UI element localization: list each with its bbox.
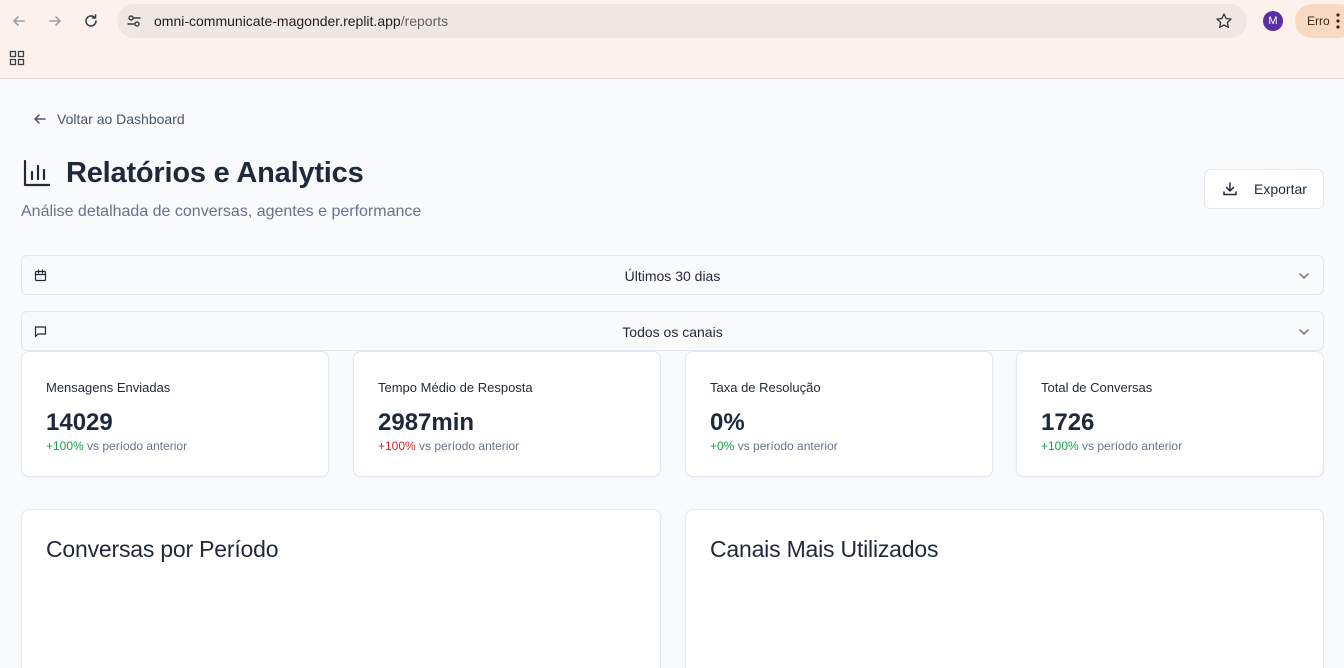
url-text: omni-communicate-magonder.replit.app/rep… — [154, 13, 448, 29]
more-vertical-icon — [1336, 13, 1340, 29]
stat-card-messages-sent: Mensagens Enviadas 14029 +100% vs períod… — [21, 351, 329, 477]
browser-reload-button[interactable] — [79, 9, 103, 33]
stat-delta: +100% vs período anterior — [378, 439, 519, 453]
channel-select[interactable]: Todos os canais — [21, 311, 1324, 351]
chart-title: Canais Mais Utilizados — [710, 536, 939, 562]
bar-chart-icon — [23, 159, 51, 187]
channel-select-value: Todos os canais — [622, 324, 723, 340]
chevron-down-icon — [1299, 273, 1309, 279]
page-title: Relatórios e Analytics — [66, 157, 364, 189]
stat-change-suffix: vs período anterior — [415, 439, 520, 453]
stat-change-suffix: vs período anterior — [83, 439, 188, 453]
address-bar[interactable]: omni-communicate-magonder.replit.app/rep… — [117, 4, 1247, 38]
stat-value: 1726 — [1041, 409, 1095, 436]
arrow-right-icon — [49, 16, 61, 26]
stat-label: Total de Conversas — [1041, 380, 1153, 395]
stat-value: 0% — [710, 409, 745, 436]
stat-label: Mensagens Enviadas — [46, 380, 171, 395]
profile-avatar[interactable]: M — [1263, 11, 1283, 31]
stat-card-resolution-rate: Taxa de Resolução 0% +0% vs período ante… — [685, 351, 993, 477]
download-icon — [1223, 182, 1237, 196]
error-label: Erro — [1307, 14, 1330, 28]
stat-change: +0% — [710, 439, 735, 453]
stat-change-suffix: vs período anterior — [1078, 439, 1183, 453]
export-button[interactable]: Exportar — [1204, 169, 1324, 209]
stat-value: 2987min — [378, 409, 475, 436]
stat-card-total-conversations: Total de Conversas 1726 +100% vs período… — [1016, 351, 1324, 477]
stat-value: 14029 — [46, 409, 113, 436]
apps-grid-icon[interactable] — [9, 50, 25, 66]
url-host: omni-communicate-magonder.replit.app — [154, 13, 401, 29]
browser-forward-button[interactable] — [43, 9, 67, 33]
back-to-dashboard-link[interactable]: Voltar ao Dashboard — [33, 111, 185, 127]
browser-back-button[interactable] — [7, 9, 31, 33]
stat-delta: +100% vs período anterior — [46, 439, 187, 453]
period-select-value: Últimos 30 dias — [624, 268, 721, 284]
stat-delta: +0% vs período anterior — [710, 439, 838, 453]
stat-label: Tempo Médio de Resposta — [378, 380, 533, 395]
stat-label: Taxa de Resolução — [710, 380, 821, 395]
page-subtitle: Análise detalhada de conversas, agentes … — [21, 203, 422, 220]
back-link-label: Voltar ao Dashboard — [57, 111, 185, 127]
reload-icon — [85, 14, 97, 27]
stat-card-avg-response-time: Tempo Médio de Resposta 2987min +100% vs… — [353, 351, 661, 477]
arrow-left-icon — [13, 16, 25, 26]
star-icon[interactable] — [1215, 12, 1233, 30]
tune-icon[interactable] — [126, 13, 142, 29]
export-label: Exportar — [1254, 181, 1307, 197]
chart-title: Conversas por Período — [46, 536, 279, 562]
stat-change: +100% — [46, 439, 84, 453]
error-button[interactable]: Erro — [1295, 4, 1344, 38]
stat-delta: +100% vs período anterior — [1041, 439, 1182, 453]
period-select[interactable]: Últimos 30 dias — [21, 255, 1324, 295]
browser-chrome: omni-communicate-magonder.replit.app/rep… — [0, 0, 1344, 79]
arrow-left-icon — [34, 114, 46, 124]
stat-change-suffix: vs período anterior — [734, 439, 838, 453]
chart-card-conversations-by-period: Conversas por Período — [21, 509, 661, 668]
url-path: /reports — [400, 13, 449, 29]
chart-card-top-channels: Canais Mais Utilizados — [685, 509, 1324, 668]
stat-change: +100% — [1041, 439, 1079, 453]
chevron-down-icon — [1299, 329, 1309, 335]
stat-change: +100% — [378, 439, 416, 453]
